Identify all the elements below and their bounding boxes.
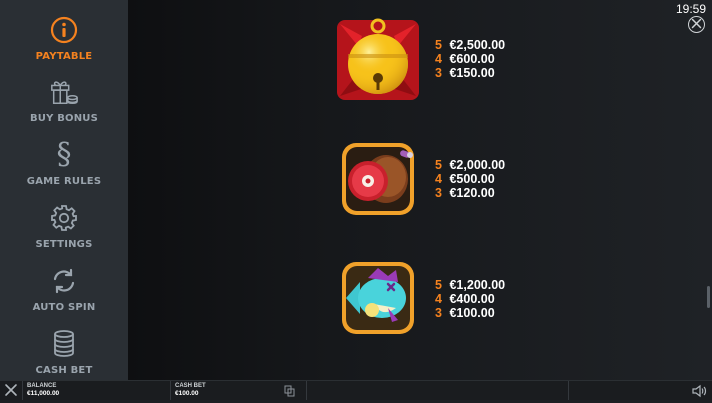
payout-row: 3 €150.00 — [435, 66, 495, 80]
sidebar: PAYTABLE BUY BONUS § GAME RULES SETTINGS… — [0, 0, 128, 380]
payout-list-fish: 5 €1,200.00 4 €400.00 3 €100.00 — [435, 278, 505, 320]
sound-toggle-button[interactable] — [692, 384, 708, 398]
sidebar-item-paytable[interactable]: PAYTABLE — [0, 0, 128, 62]
payout-row: 3 €120.00 — [435, 186, 495, 200]
scrollbar-thumb[interactable] — [707, 286, 710, 308]
ham-icon — [338, 139, 422, 223]
balance-display: BALANCE €11,000.00 — [27, 383, 59, 397]
golden-bell-icon — [336, 16, 420, 100]
sidebar-item-label: BUY BONUS — [29, 113, 99, 124]
coin-stack-icon — [49, 329, 79, 359]
payout-row: 3 €100.00 — [435, 306, 495, 320]
sidebar-item-label: PAYTABLE — [35, 51, 93, 62]
bottom-bar: BALANCE €11,000.00 CASH BET €100.00 — [0, 380, 712, 400]
divider — [22, 381, 23, 400]
cash-bet-label: CASH BET — [175, 383, 206, 389]
cash-bet-display: CASH BET €100.00 — [175, 383, 206, 397]
close-icon — [691, 16, 702, 34]
sidebar-item-label: SETTINGS — [35, 239, 93, 250]
payout-row: 4 €500.00 — [435, 172, 495, 186]
divider — [568, 381, 569, 400]
sidebar-item-settings[interactable]: SETTINGS — [0, 188, 128, 250]
payout-row: 4 €400.00 — [435, 292, 495, 306]
sidebar-item-buy-bonus[interactable]: BUY BONUS — [0, 62, 128, 124]
payout-row: 5 €1,200.00 — [435, 278, 506, 292]
speaker-icon — [692, 384, 707, 398]
payout-list-ham: 5 €2,000.00 4 €500.00 3 €120.00 — [435, 158, 505, 200]
sidebar-item-label: GAME RULES — [26, 176, 102, 187]
balance-label: BALANCE — [27, 383, 57, 389]
info-icon — [49, 15, 79, 45]
sidebar-item-label: AUTO SPIN — [32, 302, 96, 313]
gear-icon — [49, 203, 79, 233]
payout-list-bell: 5 €2,500.00 4 €600.00 3 €150.00 — [435, 38, 505, 80]
divider — [306, 381, 307, 400]
gift-coins-icon — [49, 77, 79, 107]
paytable-panel: 5 €2,500.00 4 €600.00 3 €150.00 5 €2,000… — [128, 0, 712, 380]
stack-icon — [284, 385, 295, 397]
close-button[interactable] — [688, 16, 705, 33]
sidebar-item-game-rules[interactable]: § GAME RULES — [0, 125, 128, 188]
coin-stack-button[interactable] — [284, 384, 295, 397]
sidebar-item-cash-bet[interactable]: CASH BET — [0, 314, 128, 376]
cash-bet-value: €100.00 — [175, 390, 199, 397]
fish-icon — [338, 258, 422, 342]
balance-value: €11,000.00 — [27, 390, 60, 397]
divider — [170, 381, 171, 400]
close-menu-button[interactable] — [4, 383, 18, 397]
clock: 19:59 — [675, 2, 706, 16]
payout-row: 4 €600.00 — [435, 52, 495, 66]
payout-row: 5 €2,000.00 — [435, 158, 506, 172]
sidebar-item-label: CASH BET — [35, 365, 93, 376]
section-sign-icon: § — [56, 137, 72, 172]
refresh-icon — [49, 266, 79, 296]
payout-row: 5 €2,500.00 — [435, 38, 506, 52]
sidebar-item-auto-spin[interactable]: AUTO SPIN — [0, 251, 128, 313]
close-icon — [5, 384, 17, 396]
